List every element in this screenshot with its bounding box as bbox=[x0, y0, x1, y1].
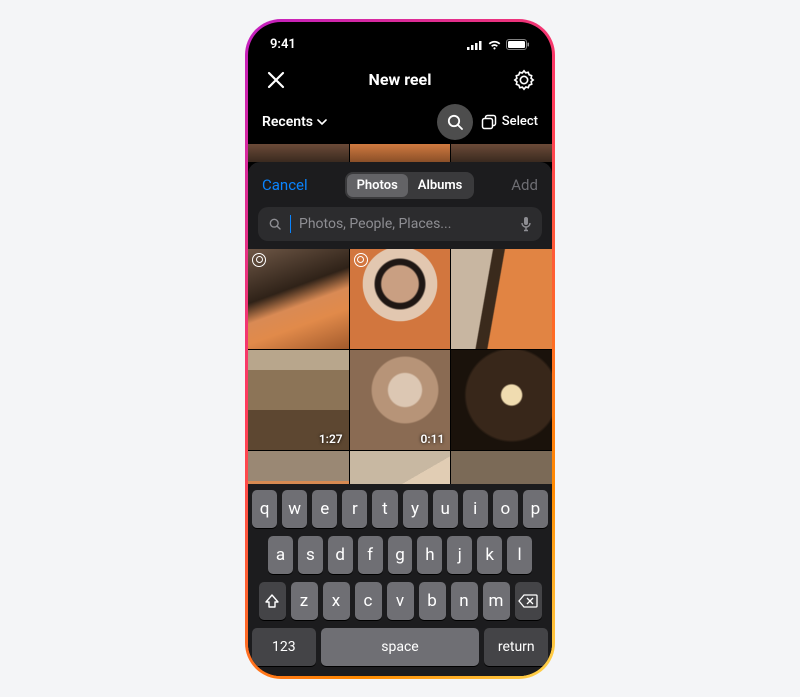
sheet-header: Cancel Photos Albums Add bbox=[248, 162, 552, 207]
phone-screen: 9:41 New reel bbox=[248, 22, 552, 676]
video-duration: 0:11 bbox=[420, 432, 444, 446]
search-gallery-button[interactable] bbox=[437, 104, 473, 140]
key-y[interactable]: y bbox=[403, 490, 428, 528]
live-photo-icon bbox=[354, 253, 368, 267]
gear-icon bbox=[513, 69, 535, 91]
media-item[interactable] bbox=[248, 451, 349, 484]
key-u[interactable]: u bbox=[433, 490, 458, 528]
select-multiple-button[interactable]: Select bbox=[481, 114, 538, 130]
key-z[interactable]: z bbox=[291, 582, 318, 620]
status-time: 9:41 bbox=[270, 37, 296, 52]
media-item[interactable] bbox=[350, 451, 451, 484]
key-f[interactable]: f bbox=[358, 536, 383, 574]
key-s[interactable]: s bbox=[298, 536, 323, 574]
photos-albums-segmented: Photos Albums bbox=[345, 172, 475, 199]
key-x[interactable]: x bbox=[323, 582, 350, 620]
return-key[interactable]: return bbox=[484, 628, 548, 666]
backspace-key[interactable] bbox=[515, 582, 542, 620]
key-k[interactable]: k bbox=[477, 536, 502, 574]
key-v[interactable]: v bbox=[387, 582, 414, 620]
key-b[interactable]: b bbox=[419, 582, 446, 620]
status-indicators bbox=[467, 39, 530, 50]
key-m[interactable]: m bbox=[483, 582, 510, 620]
shift-icon bbox=[264, 593, 280, 609]
shift-key[interactable] bbox=[259, 582, 286, 620]
key-r[interactable]: r bbox=[342, 490, 367, 528]
add-button: Add bbox=[511, 176, 538, 194]
key-h[interactable]: h bbox=[417, 536, 442, 574]
key-n[interactable]: n bbox=[451, 582, 478, 620]
key-q[interactable]: q bbox=[252, 490, 277, 528]
backspace-icon bbox=[518, 594, 538, 608]
key-c[interactable]: c bbox=[355, 582, 382, 620]
close-icon bbox=[267, 71, 285, 89]
media-item[interactable] bbox=[451, 249, 552, 349]
key-g[interactable]: g bbox=[388, 536, 413, 574]
media-item[interactable] bbox=[248, 249, 349, 349]
media-item[interactable]: 0:11 bbox=[350, 350, 451, 450]
key-l[interactable]: l bbox=[507, 536, 532, 574]
media-grid: 1:27 0:11 bbox=[248, 249, 552, 484]
key-o[interactable]: o bbox=[493, 490, 518, 528]
ios-keyboard: qwertyuiop asdfghjkl zxcvbnm 123 space r… bbox=[248, 484, 552, 676]
wifi-icon bbox=[487, 39, 502, 50]
chevron-down-icon bbox=[317, 117, 327, 127]
key-w[interactable]: w bbox=[282, 490, 307, 528]
recents-label: Recents bbox=[262, 114, 313, 130]
media-item[interactable] bbox=[451, 451, 552, 484]
numbers-key[interactable]: 123 bbox=[252, 628, 316, 666]
key-t[interactable]: t bbox=[372, 490, 397, 528]
select-label: Select bbox=[502, 114, 538, 129]
search-placeholder: Photos, People, Places... bbox=[299, 216, 512, 232]
phone-frame: 9:41 New reel bbox=[245, 19, 555, 679]
search-icon bbox=[268, 217, 282, 231]
live-photo-icon bbox=[252, 253, 266, 267]
search-input[interactable]: Photos, People, Places... bbox=[258, 207, 542, 241]
media-item[interactable] bbox=[350, 249, 451, 349]
status-bar: 9:41 bbox=[248, 22, 552, 60]
cellular-signal-icon bbox=[467, 40, 483, 50]
tab-albums[interactable]: Albums bbox=[408, 174, 473, 197]
battery-icon bbox=[506, 39, 530, 50]
close-button[interactable] bbox=[264, 68, 288, 92]
cancel-button[interactable]: Cancel bbox=[262, 176, 308, 194]
dictation-icon[interactable] bbox=[520, 216, 532, 232]
media-item[interactable] bbox=[451, 350, 552, 450]
search-icon bbox=[446, 113, 464, 131]
space-key[interactable]: space bbox=[321, 628, 480, 666]
key-d[interactable]: d bbox=[328, 536, 353, 574]
keyboard-row-3: zxcvbnm bbox=[252, 582, 548, 620]
key-j[interactable]: j bbox=[447, 536, 472, 574]
gallery-toolbar: Recents Select bbox=[248, 98, 552, 144]
settings-button[interactable] bbox=[512, 68, 536, 92]
keyboard-row-1: qwertyuiop bbox=[252, 490, 548, 528]
recents-dropdown[interactable]: Recents bbox=[262, 114, 327, 130]
keyboard-row-2: asdfghjkl bbox=[252, 536, 548, 574]
key-a[interactable]: a bbox=[268, 536, 293, 574]
multi-select-icon bbox=[481, 114, 497, 130]
key-p[interactable]: p bbox=[523, 490, 548, 528]
nav-header: New reel bbox=[248, 60, 552, 98]
background-grid-peek bbox=[248, 144, 552, 162]
page-title: New reel bbox=[288, 70, 512, 89]
photo-picker-sheet: Cancel Photos Albums Add Photos, People,… bbox=[248, 162, 552, 676]
tab-photos[interactable]: Photos bbox=[347, 174, 408, 197]
video-duration: 1:27 bbox=[319, 432, 343, 446]
keyboard-row-4: 123 space return bbox=[252, 628, 548, 666]
text-caret bbox=[290, 215, 291, 233]
key-e[interactable]: e bbox=[312, 490, 337, 528]
key-i[interactable]: i bbox=[463, 490, 488, 528]
media-item[interactable]: 1:27 bbox=[248, 350, 349, 450]
